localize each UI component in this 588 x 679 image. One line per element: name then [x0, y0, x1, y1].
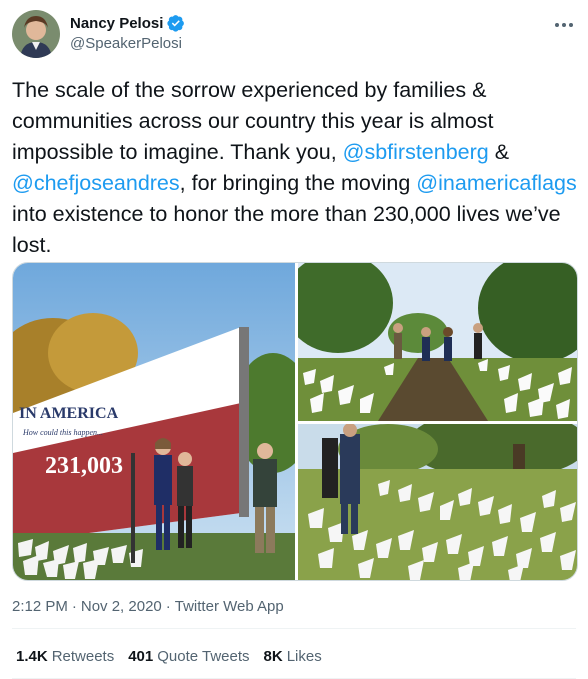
- avatar[interactable]: [12, 10, 60, 58]
- likes-stat[interactable]: 8K Likes: [264, 648, 322, 665]
- tweet-text: The scale of the sorrow experienced by f…: [12, 75, 578, 261]
- tweet-header: Nancy Pelosi @SpeakerPelosi: [12, 8, 576, 60]
- more-options-icon[interactable]: [552, 16, 576, 34]
- billboard-subtitle: How could this happen...: [22, 428, 103, 437]
- quotes-count: 401: [128, 648, 154, 665]
- mention-link[interactable]: @chefjoseandres: [12, 171, 180, 195]
- likes-label: Likes: [286, 648, 322, 665]
- retweets-count: 1.4K: [16, 648, 48, 665]
- tweet-source[interactable]: Twitter Web App: [175, 598, 284, 615]
- tweet-meta: 2:12 PM · Nov 2, 2020 · Twitter Web App: [12, 598, 284, 615]
- author-name[interactable]: Nancy Pelosi: [70, 15, 163, 32]
- mention-link[interactable]: @sbfirstenberg: [343, 140, 489, 164]
- meta-separator: ·: [165, 598, 171, 615]
- mention-link[interactable]: @inamericaflags: [416, 171, 576, 195]
- tweet-text-segment: , for bringing the moving: [179, 171, 417, 195]
- likes-count: 8K: [263, 648, 283, 665]
- retweets-stat[interactable]: 1.4K Retweets: [16, 648, 114, 665]
- tweet-time[interactable]: 2:12 PM: [12, 598, 68, 615]
- tweet-text-segment: into existence to honor the more than 23…: [12, 202, 561, 257]
- tweet-date[interactable]: Nov 2, 2020: [81, 598, 162, 615]
- author-handle[interactable]: @SpeakerPelosi: [70, 35, 185, 52]
- media-grid: IN AMERICA How could this happen... 231,…: [12, 262, 578, 581]
- photo-memorial-billboard[interactable]: IN AMERICA How could this happen... 231,…: [13, 263, 295, 580]
- billboard-number: 231,003: [45, 453, 123, 479]
- photo-flag-field-people[interactable]: [298, 424, 577, 580]
- divider: [12, 628, 576, 629]
- verified-badge-icon: [167, 14, 185, 32]
- tweet-stats: 1.4K Retweets 401 Quote Tweets 8K Likes: [16, 648, 322, 665]
- billboard-title: IN AMERICA: [19, 405, 119, 422]
- tweet-text-segment: &: [488, 140, 510, 164]
- meta-separator: ·: [71, 598, 77, 615]
- retweets-label: Retweets: [51, 648, 115, 665]
- photo-flag-field-path[interactable]: [298, 263, 577, 421]
- quotes-stat[interactable]: 401 Quote Tweets: [128, 648, 249, 665]
- author-info: Nancy Pelosi @SpeakerPelosi: [70, 14, 185, 52]
- quotes-label: Quote Tweets: [157, 648, 250, 665]
